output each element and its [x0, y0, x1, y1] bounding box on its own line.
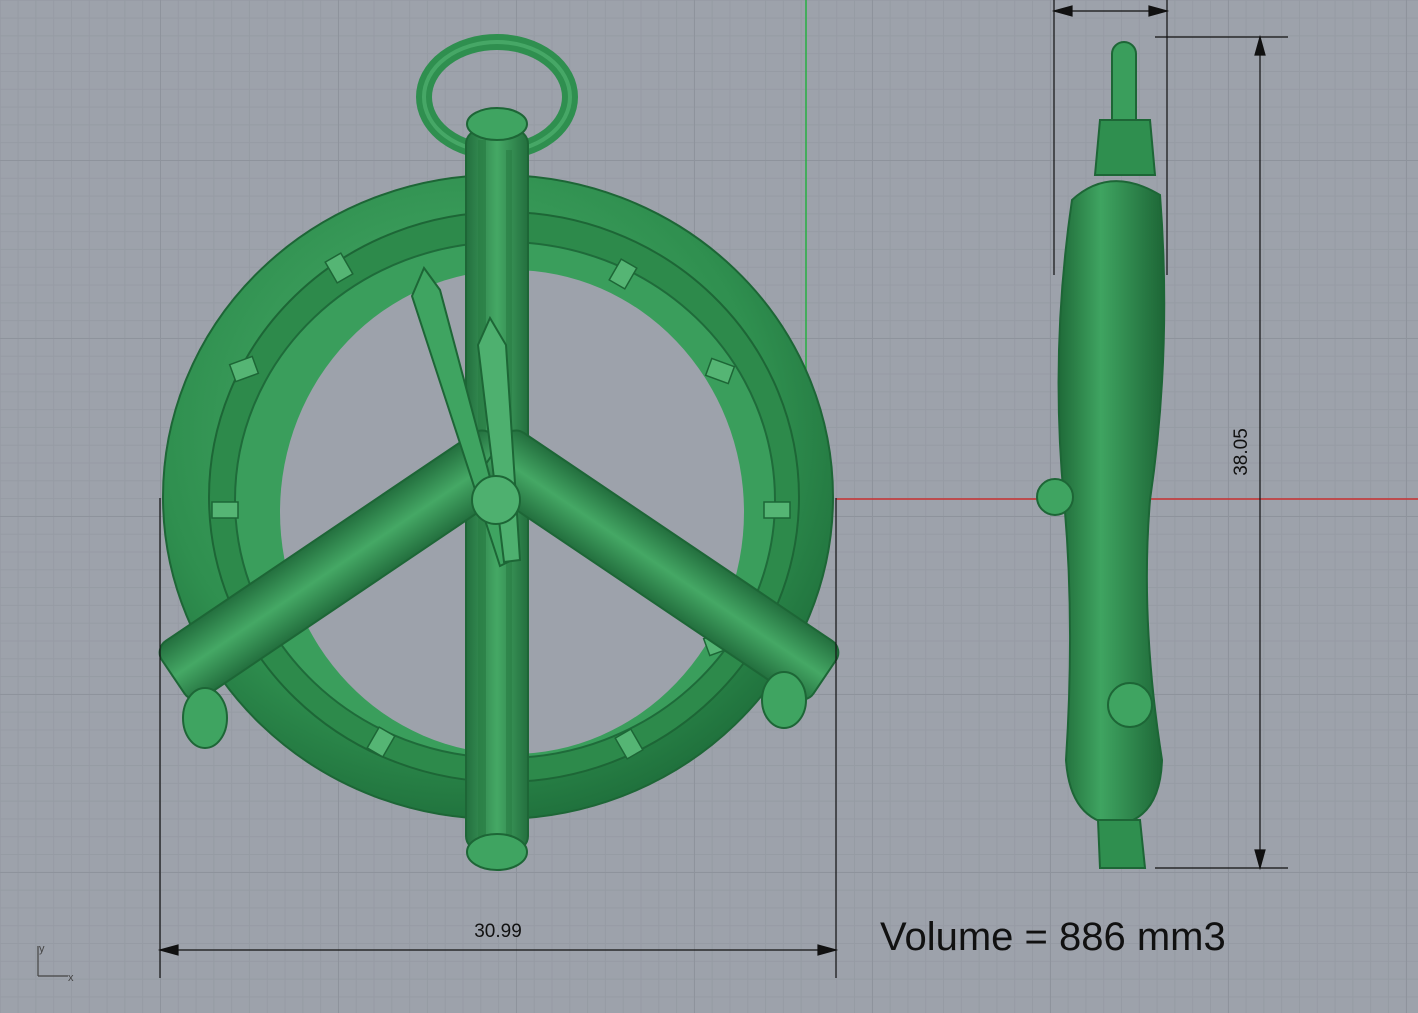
pendant-side-view[interactable] [1036, 41, 1166, 869]
width-dimension-text: 30.99 [474, 921, 522, 942]
volume-label: Volume = 886 mm3 [880, 915, 1226, 959]
world-axis-icon: y x [37, 943, 74, 984]
pendant-front-view[interactable] [154, 34, 844, 871]
hands-pivot [471, 475, 521, 525]
viewport-3d[interactable]: 30.99 38.05 [0, 0, 1418, 1013]
axis-icon-y-label: y [39, 943, 45, 955]
height-dimension-text: 38.05 [1231, 428, 1252, 476]
axis-icon-x-label: x [68, 972, 74, 984]
height-dimension[interactable] [1155, 34, 1288, 871]
